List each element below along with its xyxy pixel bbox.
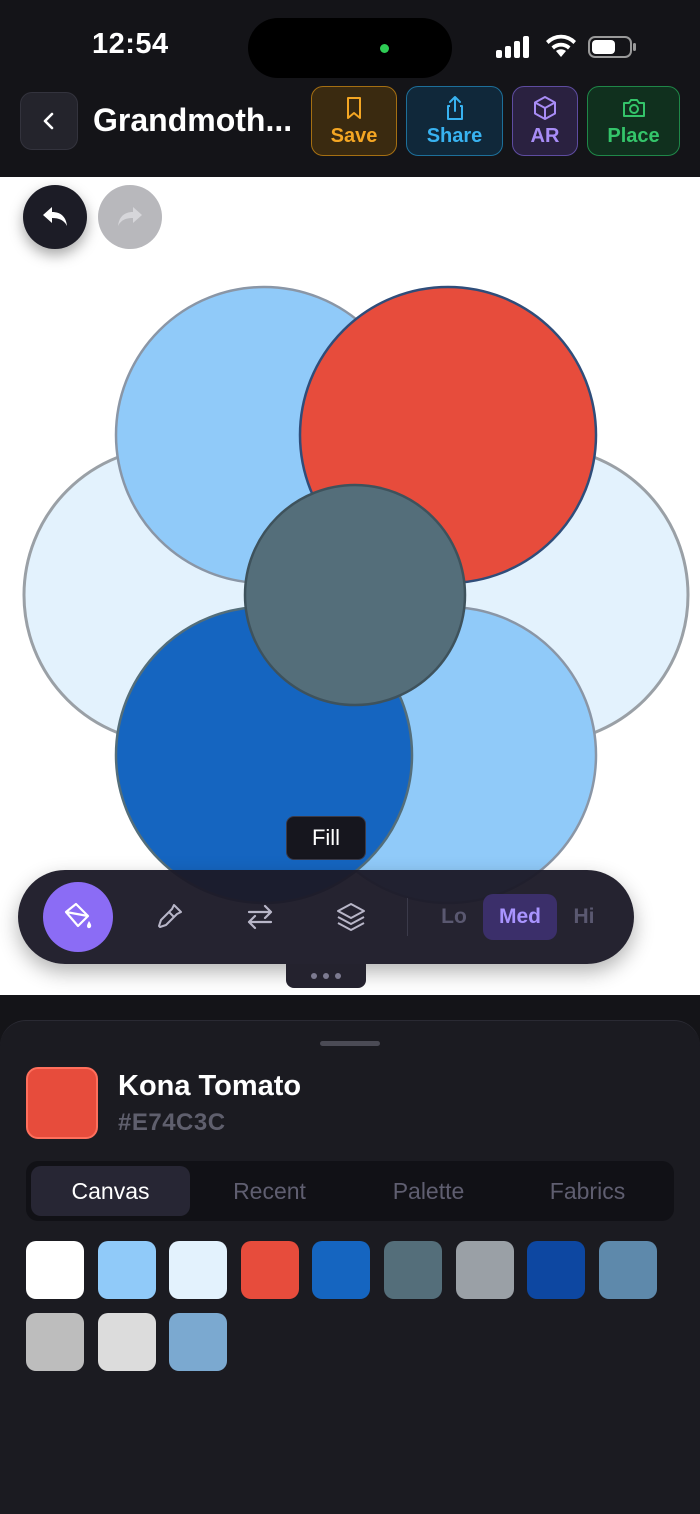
sheet-grabber[interactable] <box>320 1041 380 1046</box>
selected-color-hex: #E74C3C <box>118 1109 226 1136</box>
design-canvas[interactable]: Fill Lo Med Hi <box>0 177 700 995</box>
status-bar: 12:54 <box>0 0 700 84</box>
color-swatch[interactable] <box>598 1241 657 1299</box>
color-swatch[interactable] <box>312 1241 371 1299</box>
dynamic-island <box>248 18 452 78</box>
tool-tooltip: Fill <box>286 816 366 860</box>
layers-icon <box>337 903 365 931</box>
color-swatch[interactable] <box>455 1241 514 1299</box>
tab-recent[interactable]: Recent <box>190 1166 349 1216</box>
more-dot-icon <box>311 973 317 979</box>
project-title: Grandmoth... <box>93 102 293 138</box>
share-label: Share <box>426 124 483 147</box>
redo-icon <box>118 207 142 226</box>
place-label: Place <box>607 124 660 147</box>
battery-icon <box>588 36 636 58</box>
quality-lo-button[interactable]: Lo <box>428 894 480 940</box>
color-source-tabs: Canvas Recent Palette Fabrics <box>26 1161 674 1221</box>
camera-icon <box>622 98 645 117</box>
cellular-signal-icon <box>496 36 534 58</box>
place-button[interactable]: Place <box>587 86 680 156</box>
swap-tool-button[interactable] <box>225 882 295 952</box>
color-swatch[interactable] <box>240 1241 299 1299</box>
selected-color-swatch <box>26 1067 98 1139</box>
fill-tool-button[interactable] <box>43 882 113 952</box>
eyedropper-icon <box>158 904 182 928</box>
quality-hi-button[interactable]: Hi <box>560 894 608 940</box>
undo-button[interactable] <box>23 185 87 249</box>
tab-canvas[interactable]: Canvas <box>31 1166 190 1216</box>
swap-arrows-icon <box>247 904 273 930</box>
color-swatch[interactable] <box>97 1313 156 1371</box>
color-swatch[interactable] <box>384 1241 442 1299</box>
quality-med-button[interactable]: Med <box>483 894 557 940</box>
tab-palette[interactable]: Palette <box>349 1166 508 1216</box>
paint-bucket-icon <box>64 902 92 929</box>
status-time: 12:54 <box>92 28 169 60</box>
toolbar-divider <box>407 898 408 936</box>
more-dot-icon <box>323 973 329 979</box>
top-bar: Grandmoth... Save Share AR Place <box>0 84 700 162</box>
color-swatch[interactable] <box>26 1313 84 1371</box>
chevron-left-icon <box>43 112 54 130</box>
save-label: Save <box>330 124 378 147</box>
cube-icon <box>534 95 556 120</box>
undo-icon <box>43 207 67 226</box>
save-button[interactable]: Save <box>311 86 397 156</box>
color-swatch[interactable] <box>26 1241 84 1299</box>
back-button[interactable] <box>20 92 78 150</box>
redo-button[interactable] <box>98 185 162 249</box>
color-sheet: Kona Tomato #E74C3C Canvas Recent Palett… <box>0 1020 700 1514</box>
selected-color-name: Kona Tomato <box>118 1070 302 1102</box>
more-dot-icon <box>335 973 341 979</box>
layers-tool-button[interactable] <box>316 882 386 952</box>
color-swatch[interactable] <box>169 1313 228 1371</box>
share-icon <box>446 95 463 120</box>
color-swatch[interactable] <box>169 1241 228 1299</box>
camera-indicator-dot <box>380 44 389 53</box>
color-swatch[interactable] <box>527 1241 586 1299</box>
toolbar-more-handle[interactable] <box>286 964 366 988</box>
wifi-icon <box>546 34 576 57</box>
color-swatch[interactable] <box>97 1241 156 1299</box>
tool-palette: Lo Med Hi <box>18 870 634 964</box>
ar-button[interactable]: AR <box>512 86 578 156</box>
center-circle[interactable] <box>243 483 467 707</box>
ar-label: AR <box>530 124 560 147</box>
share-button[interactable]: Share <box>406 86 503 156</box>
eyedropper-tool-button[interactable] <box>134 882 204 952</box>
tab-fabrics[interactable]: Fabrics <box>508 1166 667 1216</box>
bookmark-icon <box>347 96 361 119</box>
